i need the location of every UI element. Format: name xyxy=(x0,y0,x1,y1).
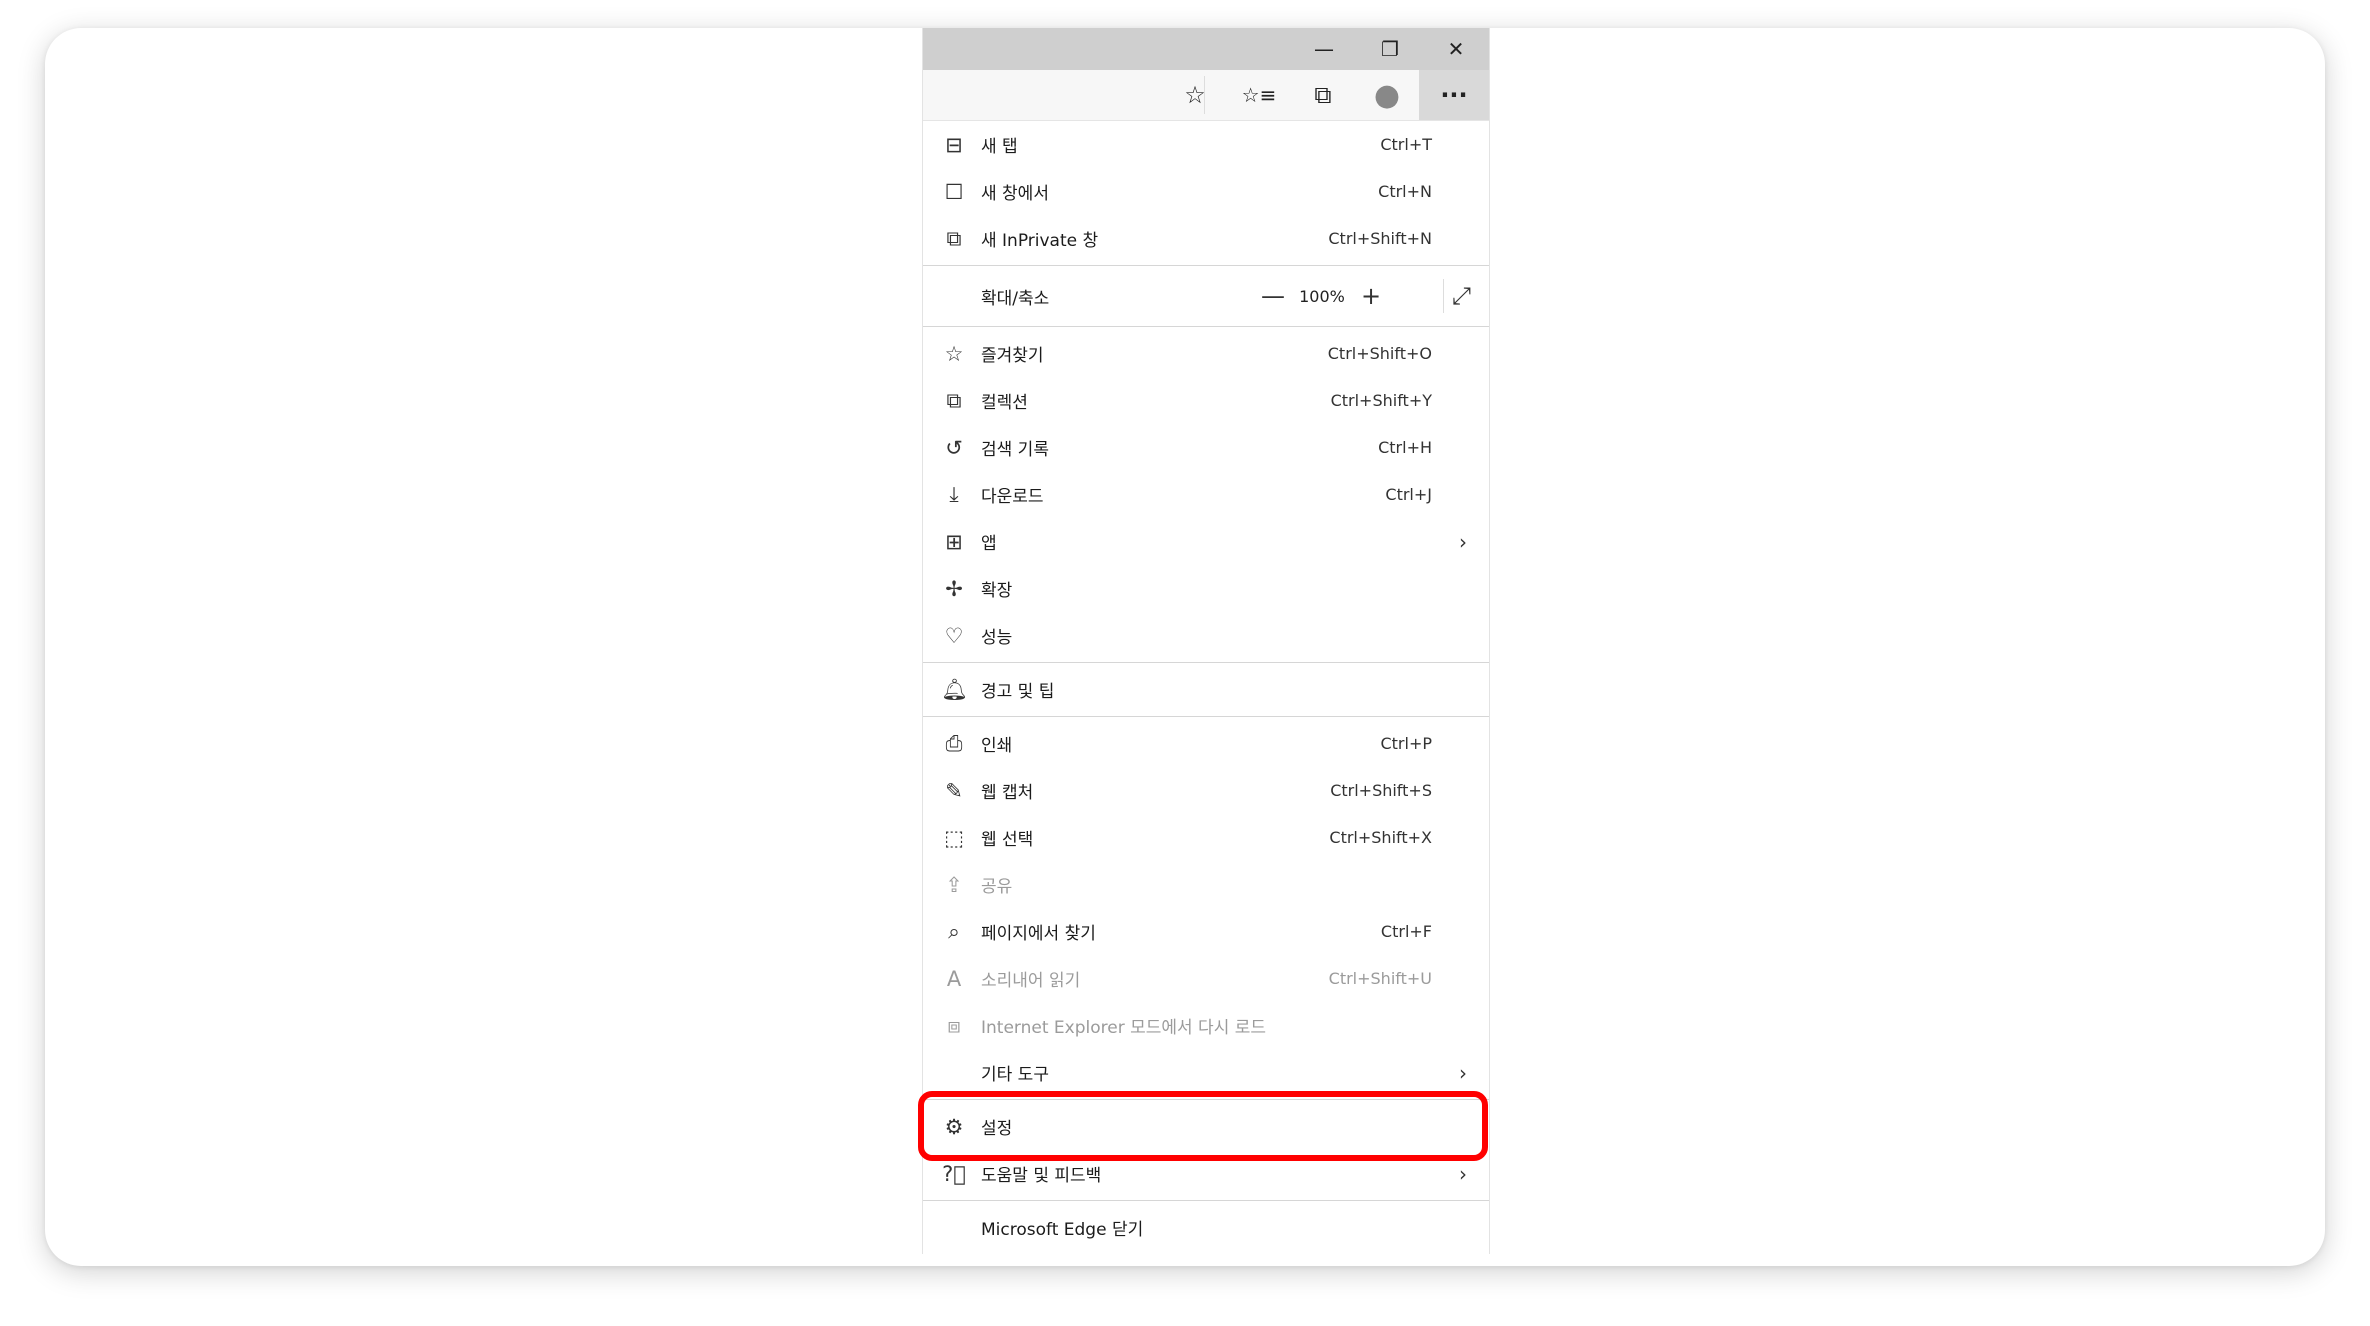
menu-item-performance[interactable]: ♡ 성능 xyxy=(923,612,1489,659)
add-favorite-icon[interactable]: ☆ xyxy=(1163,70,1227,120)
menu-item-favorites[interactable]: ☆ 즐겨찾기 Ctrl+Shift+O xyxy=(923,330,1489,377)
history-icon: ↺ xyxy=(945,435,963,460)
find-icon: ⌕ xyxy=(948,919,960,943)
print-icon: ⎙ xyxy=(945,731,963,755)
menu-item-new-window[interactable]: ☐ 새 창에서 Ctrl+N xyxy=(923,168,1489,215)
settings-menu: ⊟ 새 탭 Ctrl+T ☐ 새 창에서 Ctrl+N ⧉ 새 InPrivat… xyxy=(923,121,1489,1251)
menu-item-new-inprivate[interactable]: ⧉ 새 InPrivate 창 Ctrl+Shift+N xyxy=(923,215,1489,262)
menu-divider xyxy=(923,716,1489,717)
favorites-icon[interactable]: ☆≡ xyxy=(1227,70,1291,120)
menu-item-new-tab[interactable]: ⊟ 새 탭 Ctrl+T xyxy=(923,121,1489,168)
web-select-icon: ⬚ xyxy=(944,825,964,850)
menu-item-close-edge[interactable]: Microsoft Edge 닫기 xyxy=(923,1204,1489,1251)
ie-mode-icon: ⧈ xyxy=(947,1013,961,1037)
menu-item-web-select[interactable]: ⬚ 웹 선택 Ctrl+Shift+X xyxy=(923,814,1489,861)
title-bar: — ❐ ✕ xyxy=(923,28,1489,70)
zoom-out-button[interactable]: — xyxy=(1253,282,1293,310)
chevron-right-icon: › xyxy=(1459,1060,1467,1085)
settings-highlight-box xyxy=(918,1091,1488,1161)
new-window-icon: ☐ xyxy=(944,179,964,204)
help-icon: ?⃝ xyxy=(942,1161,966,1186)
zoom-controls: — 100% + xyxy=(1253,282,1391,310)
browser-toolbar: ☆ ☆≡ ⧉ ● ··· xyxy=(923,70,1489,121)
menu-divider xyxy=(923,662,1489,663)
share-icon: ⇪ xyxy=(945,872,963,897)
menu-divider xyxy=(923,265,1489,266)
zoom-in-button[interactable]: + xyxy=(1351,282,1391,310)
menu-item-zoom: 확대/축소 — 100% + ⤢ xyxy=(923,269,1489,323)
toolbar-divider xyxy=(1204,76,1205,114)
zoom-divider xyxy=(1443,279,1444,313)
new-tab-icon: ⊟ xyxy=(945,132,963,157)
menu-item-find-on-page[interactable]: ⌕ 페이지에서 찾기 Ctrl+F xyxy=(923,908,1489,955)
edge-browser-window: — ❐ ✕ ☆ ☆≡ ⧉ ● ··· ⊟ 새 탭 Ctrl+T ☐ 새 창에서 … xyxy=(922,28,1490,1254)
menu-item-read-aloud[interactable]: A 소리내어 읽기 Ctrl+Shift+U xyxy=(923,955,1489,1002)
zoom-level: 100% xyxy=(1299,286,1345,306)
menu-item-share[interactable]: ⇪ 공유 xyxy=(923,861,1489,908)
menu-item-apps[interactable]: ⊞ 앱 › xyxy=(923,518,1489,565)
settings-and-more-button[interactable]: ··· xyxy=(1419,70,1489,120)
menu-item-ie-mode[interactable]: ⧈ Internet Explorer 모드에서 다시 로드 xyxy=(923,1002,1489,1049)
menu-divider xyxy=(923,326,1489,327)
performance-icon: ♡ xyxy=(944,623,964,648)
extensions-icon: ✢ xyxy=(945,576,963,601)
menu-item-alerts-tips[interactable]: 🔔︎ 경고 및 팁 xyxy=(923,666,1489,713)
menu-item-collections[interactable]: ⧉ 컬렉션 Ctrl+Shift+Y xyxy=(923,377,1489,424)
minimize-button[interactable]: — xyxy=(1291,28,1357,70)
collections-icon[interactable]: ⧉ xyxy=(1291,70,1355,120)
read-aloud-icon: A xyxy=(946,966,962,991)
collections-icon: ⧉ xyxy=(946,388,962,412)
close-window-button[interactable]: ✕ xyxy=(1423,28,1489,70)
menu-item-history[interactable]: ↺ 검색 기록 Ctrl+H xyxy=(923,424,1489,471)
menu-item-downloads[interactable]: ⤓ 다운로드 Ctrl+J xyxy=(923,471,1489,518)
menu-item-more-tools[interactable]: 기타 도구 › xyxy=(923,1049,1489,1096)
profile-icon[interactable]: ● xyxy=(1355,70,1419,120)
restore-button[interactable]: ❐ xyxy=(1357,28,1423,70)
favorites-icon: ☆ xyxy=(944,341,964,366)
web-capture-icon: ✎ xyxy=(945,778,963,803)
inprivate-icon: ⧉ xyxy=(946,226,962,250)
chevron-right-icon: › xyxy=(1459,1161,1467,1186)
menu-divider xyxy=(923,1200,1489,1201)
menu-item-print[interactable]: ⎙ 인쇄 Ctrl+P xyxy=(923,720,1489,767)
menu-item-web-capture[interactable]: ✎ 웹 캡처 Ctrl+Shift+S xyxy=(923,767,1489,814)
fullscreen-icon[interactable]: ⤢ xyxy=(1452,282,1471,310)
download-icon: ⤓ xyxy=(949,482,959,506)
menu-item-extensions[interactable]: ✢ 확장 xyxy=(923,565,1489,612)
bell-icon: 🔔︎ xyxy=(941,677,968,701)
apps-icon: ⊞ xyxy=(945,529,963,554)
chevron-right-icon: › xyxy=(1459,529,1467,554)
